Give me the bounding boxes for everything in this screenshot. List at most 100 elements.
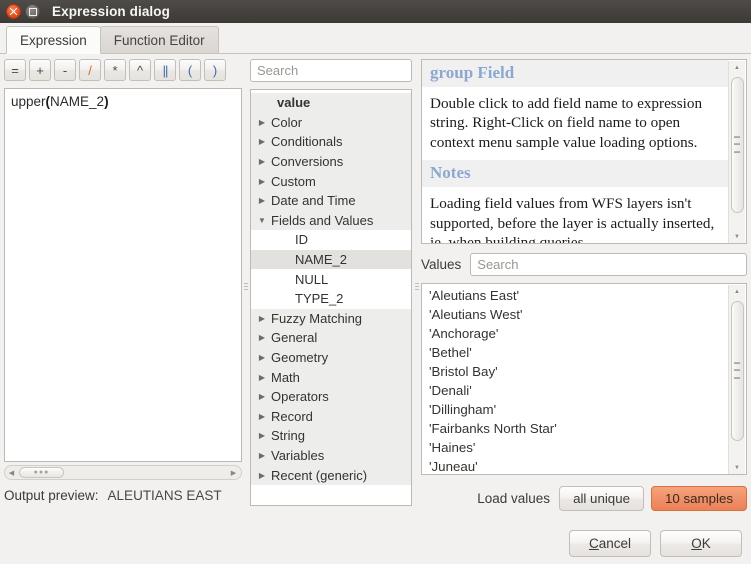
function-tree-pane: Search value Color Conditionals Conversi… (250, 59, 412, 514)
expression-horizontal-scrollbar[interactable]: ◀ ●●● ▶ (4, 465, 242, 480)
scroll-grip-icon: ▬▬▬ (734, 134, 740, 157)
chevron-right-icon[interactable] (255, 471, 269, 480)
operator-toolbar: = + - / * ^ || ( ) (4, 59, 242, 81)
help-scroll-track[interactable]: ▬▬▬ (730, 75, 745, 230)
search-input-placeholder: Search (257, 63, 298, 78)
chevron-right-icon[interactable] (255, 118, 269, 127)
help-vertical-scrollbar[interactable]: ▲ ▬▬▬ ▼ (728, 61, 745, 244)
operator-button-concat[interactable]: || (154, 59, 176, 81)
operator-button-open-paren[interactable]: ( (179, 59, 201, 81)
chevron-down-icon[interactable] (255, 216, 269, 225)
operator-button-plus[interactable]: + (29, 59, 51, 81)
tree-item-fields-and-values[interactable]: Fields and Values (251, 211, 411, 231)
ok-label-rest: K (702, 536, 711, 551)
tree-label-id: ID (295, 232, 308, 247)
tree-item-conversions[interactable]: Conversions (251, 152, 411, 172)
chevron-right-icon[interactable] (255, 333, 269, 342)
tree-item-record[interactable]: Record (251, 407, 411, 427)
scroll-left-icon[interactable]: ◀ (5, 466, 18, 479)
chevron-right-icon[interactable] (255, 177, 269, 186)
tree-item-math[interactable]: Math (251, 367, 411, 387)
operator-button-minus[interactable]: - (54, 59, 76, 81)
tree-item-color[interactable]: Color (251, 113, 411, 133)
scroll-down-icon[interactable]: ▼ (730, 461, 745, 475)
tree-item-conditionals[interactable]: Conditionals (251, 132, 411, 152)
tree-label-string: String (271, 428, 305, 443)
tree-label-operators: Operators (271, 389, 329, 404)
chevron-right-icon[interactable] (255, 392, 269, 401)
maximize-icon[interactable] (25, 4, 40, 19)
expression-function-name: upper (11, 94, 46, 109)
help-scroll-thumb[interactable]: ▬▬▬ (731, 77, 744, 213)
operator-button-close-paren[interactable]: ) (204, 59, 226, 81)
operator-label-divide: / (88, 64, 92, 77)
expression-text-editor[interactable]: upper(NAME_2) (4, 88, 242, 462)
list-item[interactable]: 'Bethel' (422, 343, 746, 362)
close-icon[interactable] (6, 4, 21, 19)
tree-item-custom[interactable]: Custom (251, 171, 411, 191)
tree-item-geometry[interactable]: Geometry (251, 348, 411, 368)
chevron-right-icon[interactable] (255, 412, 269, 421)
list-item[interactable]: 'Denali' (422, 381, 746, 400)
tree-item-operators[interactable]: Operators (251, 387, 411, 407)
operator-button-equals[interactable]: = (4, 59, 26, 81)
cancel-label-rest: ancel (599, 536, 631, 551)
search-input[interactable]: Search (250, 59, 412, 82)
tree-item-general[interactable]: General (251, 328, 411, 348)
all-unique-button[interactable]: all unique (559, 486, 644, 511)
chevron-right-icon[interactable] (255, 373, 269, 382)
tree-item-string[interactable]: String (251, 426, 411, 446)
tab-expression[interactable]: Expression (6, 26, 101, 54)
values-vertical-scrollbar[interactable]: ▲ ▬▬▬ ▼ (728, 285, 745, 475)
tree-item-null[interactable]: NULL (251, 269, 411, 289)
values-scroll-thumb[interactable]: ▬▬▬ (731, 301, 744, 441)
list-item[interactable]: 'Fairbanks North Star' (422, 419, 746, 438)
function-tree[interactable]: value Color Conditionals Conversions Cus… (250, 89, 412, 506)
scroll-up-icon[interactable]: ▲ (730, 61, 745, 75)
tree-item-variables[interactable]: Variables (251, 446, 411, 466)
scroll-down-icon[interactable]: ▼ (730, 230, 745, 244)
tree-item-type-2[interactable]: TYPE_2 (251, 289, 411, 309)
scroll-up-icon[interactable]: ▲ (730, 285, 745, 299)
chevron-right-icon[interactable] (255, 353, 269, 362)
scroll-grip-icon: ●●● (34, 469, 50, 476)
chevron-right-icon[interactable] (255, 137, 269, 146)
tree-item-name-2[interactable]: NAME_2 (251, 250, 411, 270)
operator-label-minus: - (63, 64, 67, 77)
operator-button-divide[interactable]: / (79, 59, 101, 81)
chevron-right-icon[interactable] (255, 431, 269, 440)
tree-item-date-and-time[interactable]: Date and Time (251, 191, 411, 211)
operator-label-power: ^ (137, 64, 143, 77)
list-item[interactable]: 'Aleutians West' (422, 305, 746, 324)
ten-samples-button[interactable]: 10 samples (651, 486, 747, 511)
operator-label-open-paren: ( (188, 64, 192, 77)
list-item[interactable]: 'Aleutians East' (422, 286, 746, 305)
ok-button[interactable]: OK (660, 530, 742, 557)
values-scroll-track[interactable]: ▬▬▬ (730, 299, 745, 461)
list-item[interactable]: 'Juneau' (422, 457, 746, 475)
values-search-placeholder: Search (477, 257, 518, 272)
splitter-handle-right[interactable] (414, 59, 420, 514)
values-list[interactable]: 'Aleutians East' 'Aleutians West' 'Ancho… (421, 283, 747, 475)
tree-item-id[interactable]: ID (251, 230, 411, 250)
chevron-right-icon[interactable] (255, 314, 269, 323)
list-item[interactable]: 'Dillingham' (422, 400, 746, 419)
cancel-button[interactable]: Cancel (569, 530, 651, 557)
chevron-right-icon[interactable] (255, 451, 269, 460)
values-search-input[interactable]: Search (470, 253, 747, 276)
scroll-right-icon[interactable]: ▶ (227, 466, 240, 479)
horizontal-scroll-thumb[interactable]: ●●● (19, 467, 64, 478)
operator-button-multiply[interactable]: * (104, 59, 126, 81)
tree-item-fuzzy-matching[interactable]: Fuzzy Matching (251, 309, 411, 329)
tree-item-value[interactable]: value (251, 93, 411, 113)
tree-item-recent-generic[interactable]: Recent (generic) (251, 465, 411, 485)
operator-button-power[interactable]: ^ (129, 59, 151, 81)
chevron-right-icon[interactable] (255, 196, 269, 205)
tree-label-value: value (277, 95, 310, 110)
splitter-handle-left[interactable] (243, 59, 249, 514)
tab-function-editor[interactable]: Function Editor (100, 26, 219, 53)
list-item[interactable]: 'Haines' (422, 438, 746, 457)
list-item[interactable]: 'Anchorage' (422, 324, 746, 343)
list-item[interactable]: 'Bristol Bay' (422, 362, 746, 381)
chevron-right-icon[interactable] (255, 157, 269, 166)
